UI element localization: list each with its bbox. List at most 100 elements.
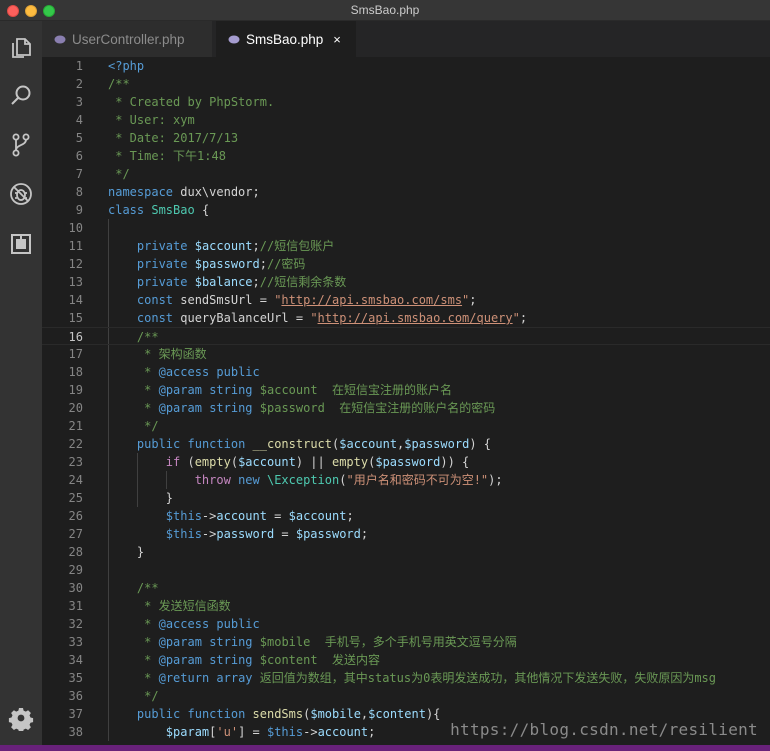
code-token: public: [216, 365, 260, 379]
code-token: }: [108, 545, 145, 559]
code-line[interactable]: 8 namespace dux\vendor;: [42, 183, 770, 201]
source-control-icon[interactable]: [4, 128, 38, 162]
code-text: */: [108, 165, 130, 183]
code-line[interactable]: 29: [42, 561, 770, 579]
code-token: password: [216, 527, 275, 541]
code-token: ;: [252, 239, 260, 253]
code-line[interactable]: 16 /**: [42, 327, 770, 345]
code-line[interactable]: 11 private $account;//短信包账户: [42, 237, 770, 255]
code-line[interactable]: 18 * @access public: [42, 363, 770, 381]
code-line[interactable]: 27 $this->password = $password;: [42, 525, 770, 543]
code-line[interactable]: 24 throw new \Exception("用户名和密码不可为空!");: [42, 471, 770, 489]
code-token: private: [136, 257, 188, 271]
tab-usercontroller[interactable]: UserController.php: [42, 21, 212, 57]
code-line[interactable]: 3 * Created by PhpStorm.: [42, 93, 770, 111]
title-bar: SmsBao.php: [0, 0, 770, 21]
code-line[interactable]: 31 * 发送短信函数: [42, 597, 770, 615]
line-number: 29: [68, 563, 83, 577]
code-token: @param: [158, 635, 202, 649]
code-token: */: [108, 167, 130, 181]
code-line[interactable]: 2 /**: [42, 75, 770, 93]
code-text: <?php: [108, 57, 144, 75]
code-token: ;: [519, 311, 528, 325]
code-line[interactable]: 6 * Time: 下午1:48: [42, 147, 770, 165]
code-token: ->: [303, 725, 318, 739]
code-token: 'u': [216, 725, 239, 739]
explorer-icon[interactable]: [4, 31, 38, 65]
code-line[interactable]: 17 * 架构函数: [42, 345, 770, 363]
code-line[interactable]: 9 class SmsBao {: [42, 201, 770, 219]
code-line[interactable]: 5 * Date: 2017/7/13: [42, 129, 770, 147]
code-token: /**: [108, 77, 130, 91]
status-bar: [0, 745, 770, 751]
code-token: @param: [158, 383, 202, 397]
line-number: 13: [68, 275, 83, 289]
code-line[interactable]: 14 const sendSmsUrl = "http://api.smsbao…: [42, 291, 770, 309]
debug-icon[interactable]: [4, 177, 38, 211]
tab-smsbao[interactable]: SmsBao.php ×: [216, 21, 356, 57]
code-text: * @access public: [108, 363, 260, 381]
code-line[interactable]: 21 */: [42, 417, 770, 435]
line-number: 25: [68, 491, 83, 505]
gear-icon[interactable]: [4, 701, 38, 735]
code-line[interactable]: 34 * @param string $content 发送内容: [42, 651, 770, 669]
line-number: 31: [68, 599, 83, 613]
code-token: http://api.smsbao.com/query: [317, 311, 513, 325]
code-token: * Date: 2017/7/13: [108, 131, 239, 145]
code-token: * User: xym: [108, 113, 195, 127]
code-line[interactable]: 35 * @return array 返回值为数组，其中status为0表明发送…: [42, 669, 770, 687]
code-line[interactable]: 15 const queryBalanceUrl = "http://api.s…: [42, 309, 770, 327]
code-text: private $password;//密码: [108, 255, 306, 273]
line-number: 20: [68, 401, 83, 415]
code-token: account: [216, 509, 267, 523]
code-line[interactable]: 23 if (empty($account) || empty($passwor…: [42, 453, 770, 471]
line-number: 22: [68, 437, 83, 451]
code-text: private $account;//短信包账户: [108, 237, 334, 255]
close-icon[interactable]: ×: [333, 32, 341, 47]
code-line[interactable]: 4 * User: xym: [42, 111, 770, 129]
code-token: throw: [194, 473, 231, 487]
code-line[interactable]: 10: [42, 219, 770, 237]
code-line[interactable]: 26 $this->account = $account;: [42, 507, 770, 525]
code-line[interactable]: 12 private $password;//密码: [42, 255, 770, 273]
code-line[interactable]: 32 * @access public: [42, 615, 770, 633]
code-token: $content 发送内容: [252, 653, 381, 667]
code-line[interactable]: 22 public function __construct($account,…: [42, 435, 770, 453]
code-token: @access: [158, 617, 210, 631]
code-text: $param['u'] = $this->account;: [108, 723, 376, 741]
code-token: ;: [252, 275, 260, 289]
code-token: ;: [346, 509, 354, 523]
code-line[interactable]: 13 private $balance;//短信剩余条数: [42, 273, 770, 291]
code-line[interactable]: 20 * @param string $password 在短信宝注册的账户名的…: [42, 399, 770, 417]
code-line[interactable]: 25 }: [42, 489, 770, 507]
extensions-icon[interactable]: [4, 227, 38, 261]
code-text: /**: [108, 75, 130, 93]
code-line[interactable]: 7 */: [42, 165, 770, 183]
code-line[interactable]: 19 * @param string $account 在短信宝注册的账户名: [42, 381, 770, 399]
code-token: "用户名和密码不可为空!": [346, 473, 489, 487]
code-line[interactable]: 33 * @param string $mobile 手机号，多个手机号用英文逗…: [42, 633, 770, 651]
code-line[interactable]: 30 /**: [42, 579, 770, 597]
code-token: $account: [339, 437, 398, 451]
code-text: * User: xym: [108, 111, 195, 129]
line-number: 38: [68, 725, 83, 739]
code-line[interactable]: 28 }: [42, 543, 770, 561]
code-editor[interactable]: 1 <?php 2/** 3 * Created by PhpStorm. 4 * Us…: [42, 57, 770, 747]
code-line[interactable]: 1 <?php: [42, 57, 770, 75]
line-number: 33: [68, 635, 83, 649]
code-line[interactable]: 36 */: [42, 687, 770, 705]
code-token: $password: [404, 437, 470, 451]
code-text: /**: [108, 328, 159, 346]
code-token: ) {: [469, 437, 491, 451]
search-icon[interactable]: [4, 79, 38, 113]
